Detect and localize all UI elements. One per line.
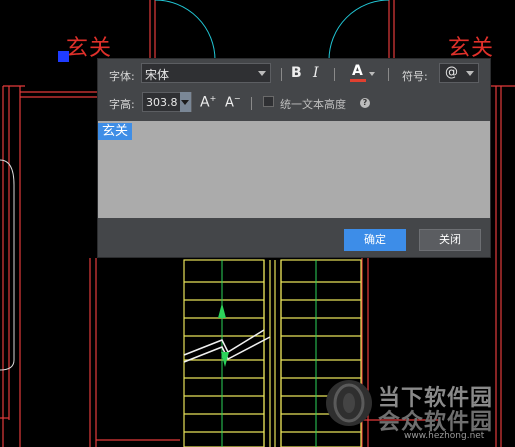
bold-button[interactable]: B	[291, 65, 302, 81]
chevron-down-icon	[258, 71, 266, 76]
font-select-value: 宋体	[145, 68, 170, 82]
font-color-swatch	[350, 79, 366, 82]
symbol-select-value: @	[445, 65, 458, 80]
font-label: 字体:	[109, 70, 135, 83]
confirm-button[interactable]: 确定	[344, 229, 406, 251]
font-select[interactable]: 宋体	[141, 63, 271, 83]
symbol-label: 符号:	[402, 70, 428, 83]
divider	[281, 68, 282, 81]
grip-handle[interactable]	[58, 51, 69, 62]
selected-text[interactable]: 玄关	[98, 123, 133, 140]
text-editor[interactable]: 玄关	[98, 121, 490, 218]
uniform-height-label: 统一文本高度	[280, 98, 346, 111]
help-icon[interactable]: ?	[360, 98, 370, 108]
close-button[interactable]: 关闭	[419, 229, 481, 251]
uniform-height-checkbox[interactable]	[263, 96, 274, 107]
height-input-value: 303.8	[146, 96, 178, 109]
height-dropdown[interactable]	[180, 92, 191, 112]
watermark-url: www.hezhong.net	[404, 431, 485, 441]
decrease-size-label: A	[225, 95, 234, 111]
font-color-button[interactable]: A	[350, 63, 366, 84]
divider	[251, 97, 252, 110]
chevron-down-icon	[181, 100, 189, 105]
italic-button[interactable]: I	[313, 65, 319, 81]
divider	[334, 68, 335, 81]
decrease-size-button[interactable]: A−	[225, 94, 241, 110]
watermark: 当下软件园 会众软件园 www.hezhong.net	[326, 376, 515, 446]
increase-size-label: A	[200, 94, 210, 111]
font-color-icon: A	[352, 63, 363, 79]
increase-size-button[interactable]: A+	[200, 94, 216, 111]
divider	[388, 68, 389, 81]
symbol-select[interactable]: @	[439, 63, 479, 83]
chevron-down-icon[interactable]	[369, 72, 375, 76]
text-edit-dialog: 字体: 宋体 B I A 符号: @ 字高: 303.8 A+ A− 统一文本高…	[97, 58, 491, 258]
watermark-logo	[326, 380, 372, 426]
height-label: 字高:	[109, 98, 135, 111]
chevron-down-icon	[466, 71, 474, 76]
